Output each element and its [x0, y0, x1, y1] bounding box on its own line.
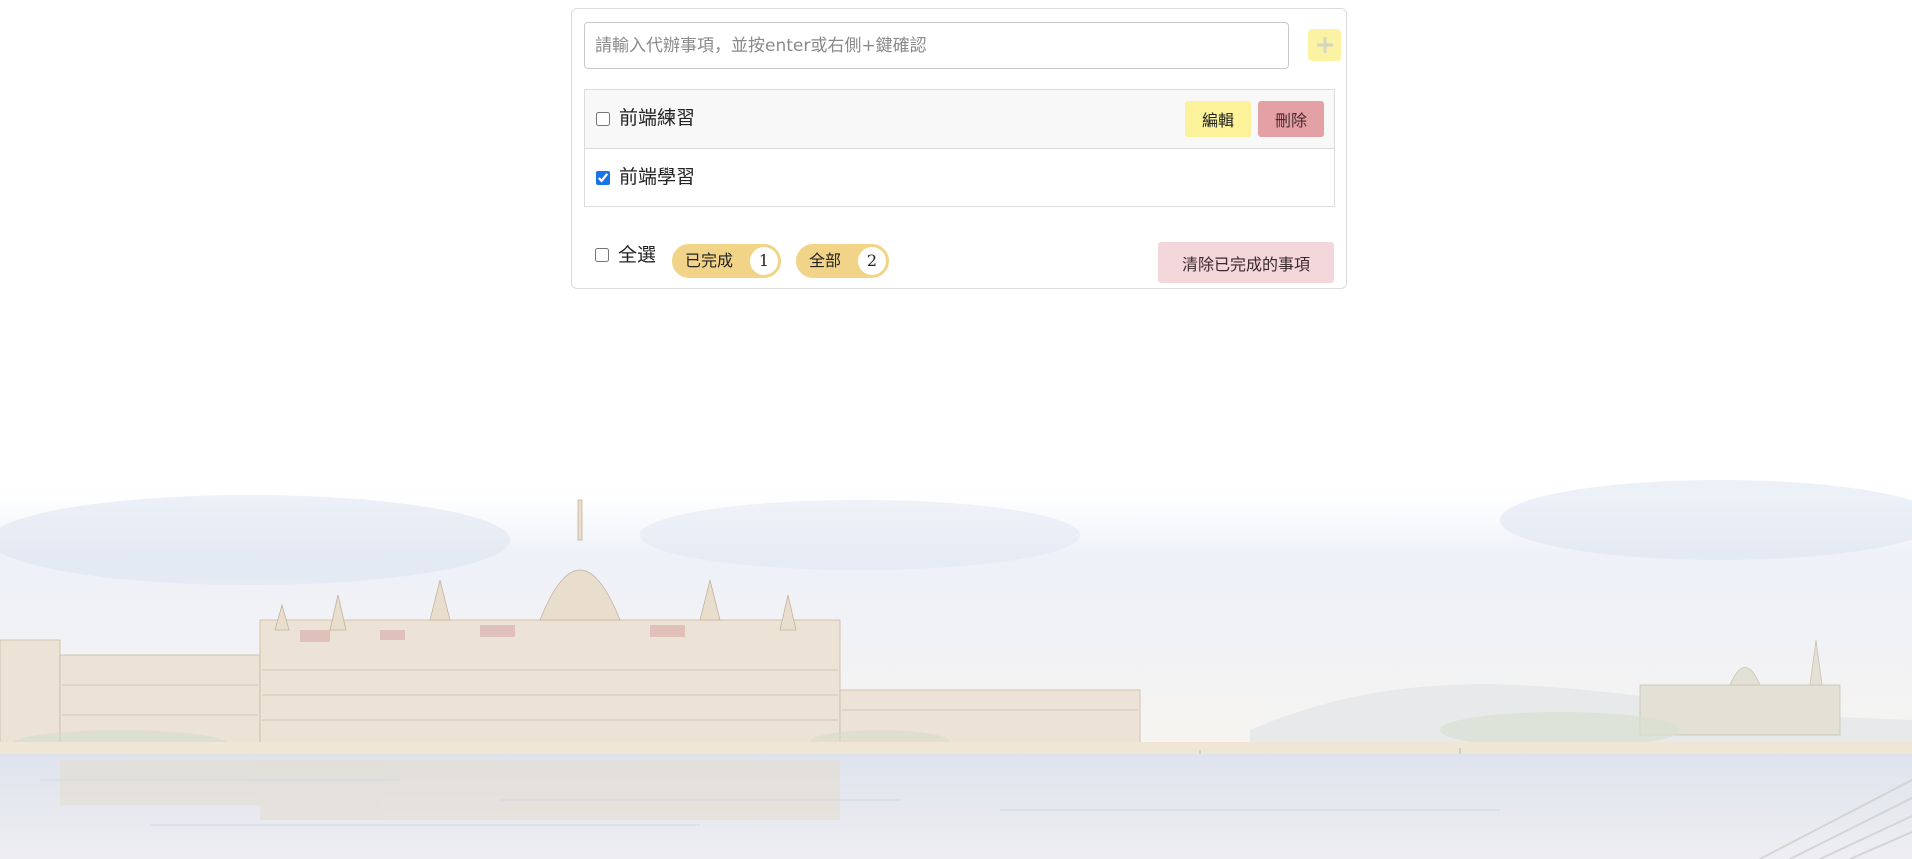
add-todo-button[interactable]: [1308, 29, 1341, 61]
todo-text: 前端學習: [619, 166, 696, 188]
clear-completed-button[interactable]: 清除已完成的事項: [1158, 242, 1334, 283]
todo-item: 前端學習: [585, 148, 1334, 206]
todo-text: 前端練習: [619, 107, 696, 129]
background-cityscape-image: [0, 480, 1912, 859]
filter-completed-label: 已完成: [685, 251, 734, 270]
delete-button[interactable]: 刪除: [1258, 101, 1324, 137]
todo-list: 前端練習 編輯 刪除 前端學習: [584, 89, 1335, 207]
plus-icon: [1316, 37, 1333, 53]
todo-input[interactable]: [584, 22, 1289, 69]
filter-all-label: 全部: [809, 251, 842, 270]
todo-footer: 全選 已完成 1 全部 2 清除已完成的事項: [584, 233, 1336, 283]
todo-checkbox[interactable]: [596, 171, 610, 185]
filter-completed-count: 1: [750, 247, 778, 275]
filter-all-count: 2: [858, 247, 886, 275]
todo-checkbox[interactable]: [596, 112, 610, 126]
edit-button[interactable]: 編輯: [1185, 101, 1251, 137]
filter-all-button[interactable]: 全部 2: [796, 244, 889, 278]
select-all-label: 全選: [618, 244, 657, 266]
todo-item: 前端練習 編輯 刪除: [585, 90, 1334, 148]
select-all-checkbox[interactable]: [595, 248, 609, 262]
todo-input-row: [584, 22, 1341, 69]
todo-card: 前端練習 編輯 刪除 前端學習 全選 已完成 1 全部 2 清除已完成的事項: [571, 8, 1347, 289]
filter-completed-button[interactable]: 已完成 1: [672, 244, 781, 278]
